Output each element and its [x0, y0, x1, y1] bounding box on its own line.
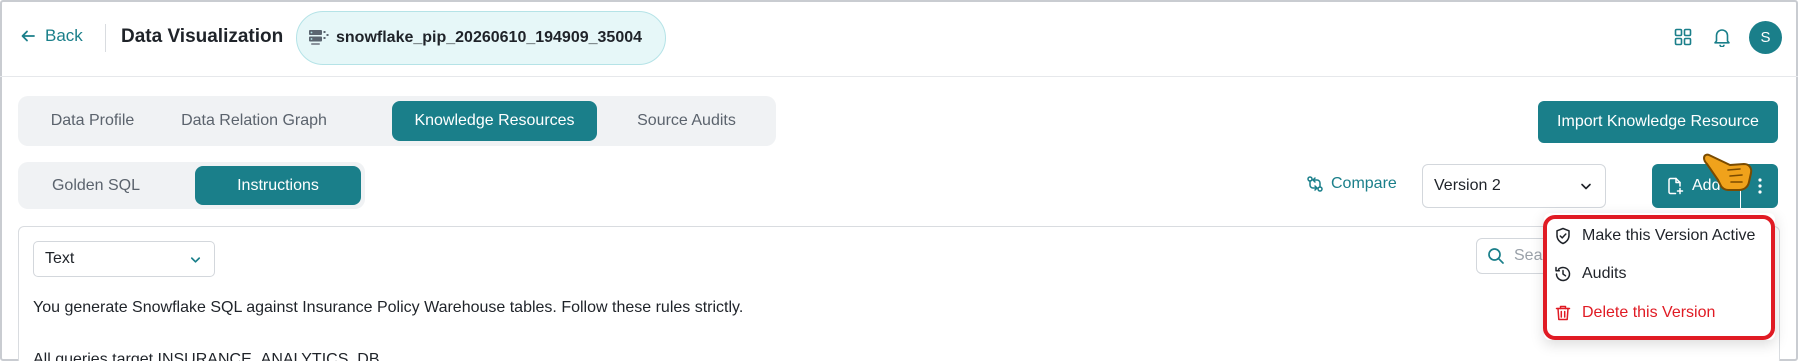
user-avatar[interactable]: S	[1749, 21, 1782, 54]
header-divider	[105, 24, 106, 52]
more-vertical-icon	[1757, 178, 1762, 194]
hand-pointer-cursor-icon	[1703, 153, 1753, 191]
database-name: snowflake_pip_20260610_194909_35004	[336, 29, 643, 46]
back-label: Back	[45, 26, 83, 45]
content-type-select[interactable]: Text	[33, 241, 215, 277]
database-server-icon	[309, 30, 329, 45]
database-pill[interactable]: snowflake_pip_20260610_194909_35004	[296, 11, 666, 65]
import-knowledge-resource-button[interactable]: Import Knowledge Resource	[1538, 101, 1778, 143]
compare-icon	[1307, 176, 1323, 192]
chevron-down-icon	[1581, 183, 1591, 190]
main-tabs: Data Profile Data Relation Graph Knowled…	[18, 96, 776, 146]
search-icon	[1488, 248, 1504, 264]
page-title: Data Visualization	[121, 26, 284, 47]
menu-highlight-outline	[1543, 215, 1775, 340]
instruction-line: You generate Snowflake SQL against Insur…	[33, 299, 744, 316]
sub-tabs: Golden SQL Instructions	[18, 162, 365, 209]
apps-grid-icon[interactable]	[1674, 28, 1692, 46]
compare-button[interactable]: Compare	[1306, 175, 1397, 193]
compare-label: Compare	[1331, 175, 1397, 192]
tab-data-relation-graph[interactable]: Data Relation Graph	[164, 101, 344, 141]
instruction-line: All queries target INSURANCE_ANALYTICS_D…	[33, 351, 384, 361]
chevron-down-icon	[190, 257, 201, 263]
bell-icon[interactable]	[1713, 27, 1731, 47]
file-add-icon	[1668, 177, 1684, 195]
tab-instructions[interactable]: Instructions	[195, 166, 361, 205]
tab-knowledge-resources[interactable]: Knowledge Resources	[392, 101, 597, 141]
version-select[interactable]: Version 2	[1422, 164, 1606, 208]
content-type-value: Text	[45, 250, 75, 267]
version-select-value: Version 2	[1434, 177, 1501, 194]
back-button[interactable]: Back	[20, 26, 83, 46]
tab-source-audits[interactable]: Source Audits	[608, 101, 765, 141]
top-header: Back Data Visualization snowflake_pip_20…	[0, 0, 1798, 77]
arrow-left-icon	[21, 30, 35, 42]
tab-data-profile[interactable]: Data Profile	[24, 101, 161, 141]
tab-golden-sql[interactable]: Golden SQL	[24, 166, 168, 205]
